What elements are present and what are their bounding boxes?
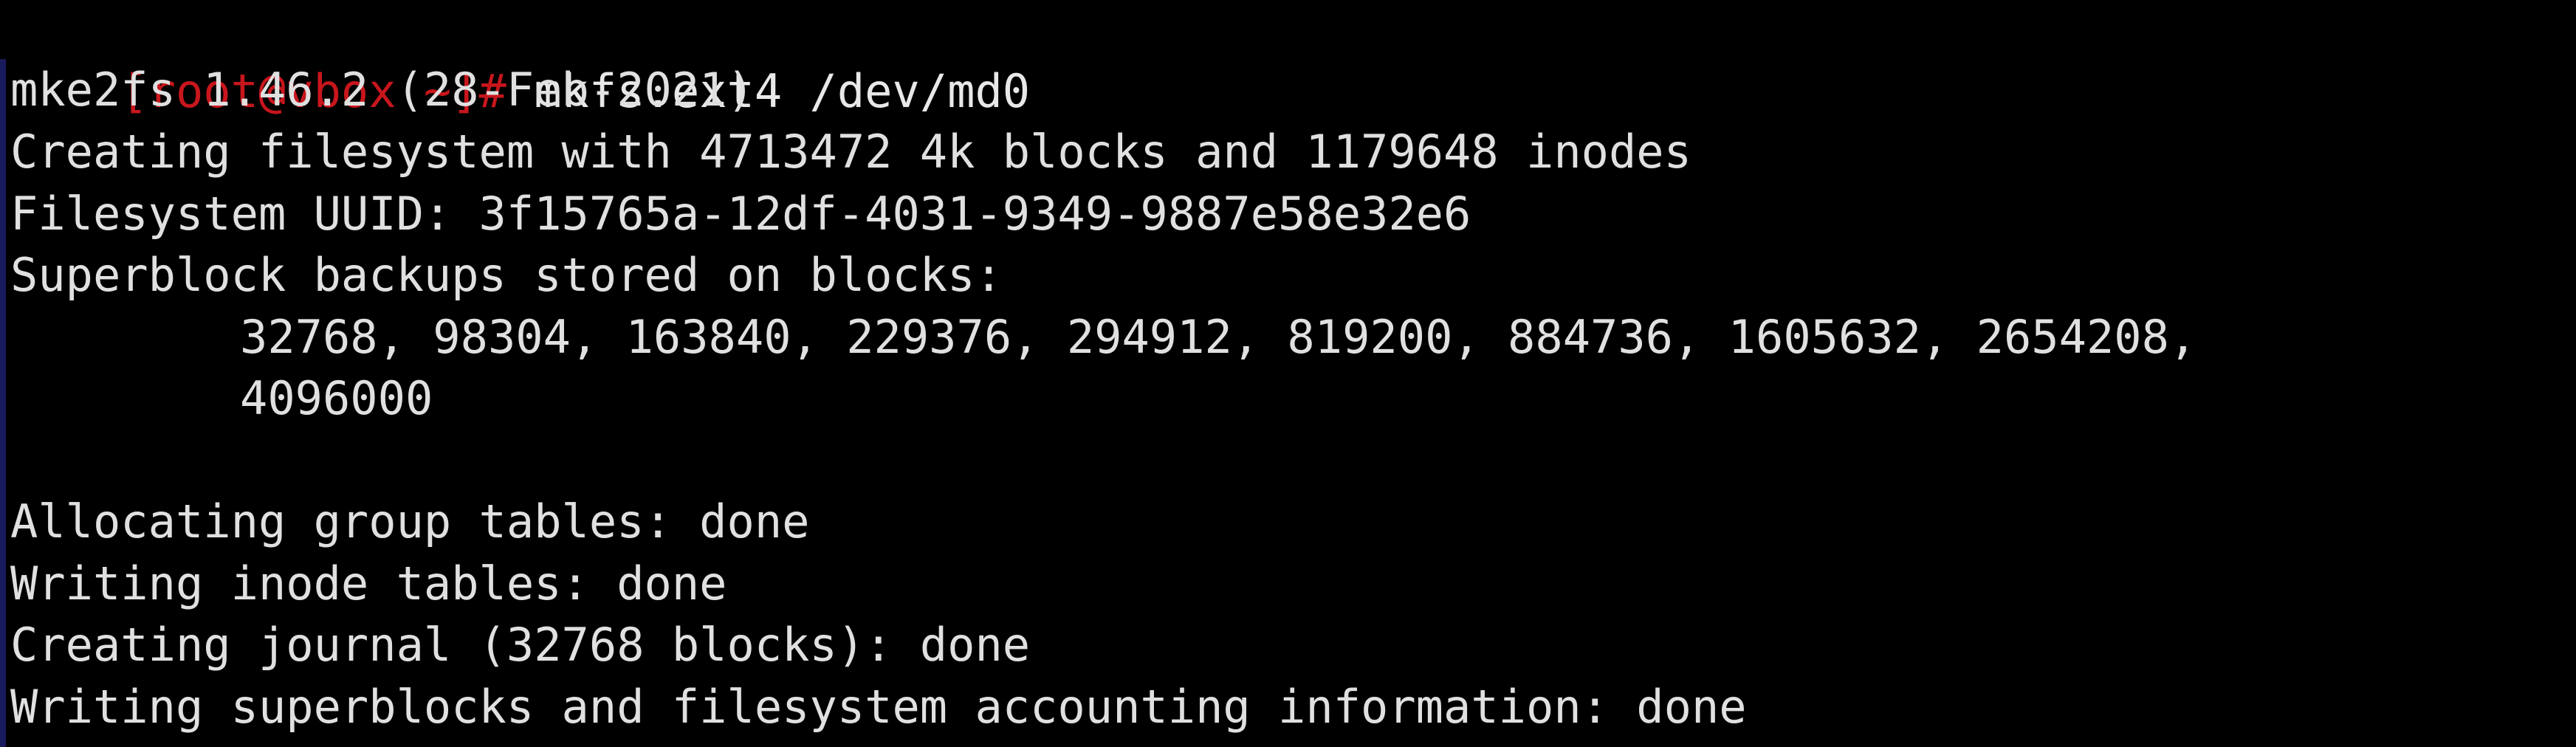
- output-journal: Creating journal (32768 blocks): done: [10, 618, 1031, 672]
- output-backups-line2: 4096000: [240, 371, 433, 425]
- output-backups-header: Superblock backups stored on blocks:: [10, 248, 1003, 302]
- terminal-window[interactable]: [root@vbox ~]# mkfs.ext4 /dev/md0 mke2fs…: [0, 0, 2576, 747]
- command-line: [root@vbox ~]# mkfs.ext4 /dev/md0: [10, 0, 1030, 118]
- output-inode-tables: Writing inode tables: done: [10, 557, 727, 610]
- output-backups-line1: 32768, 98304, 163840, 229376, 294912, 81…: [240, 310, 2197, 364]
- output-version: mke2fs 1.46.2 (28-Feb-2021): [10, 63, 755, 117]
- terminal-left-edge: [0, 59, 6, 747]
- output-uuid: Filesystem UUID: 3f15765a-12df-4031-9349…: [10, 187, 1471, 241]
- output-superblocks: Writing superblocks and filesystem accou…: [10, 680, 1747, 734]
- output-allocating: Allocating group tables: done: [10, 495, 810, 548]
- output-creating: Creating filesystem with 4713472 4k bloc…: [10, 125, 1691, 179]
